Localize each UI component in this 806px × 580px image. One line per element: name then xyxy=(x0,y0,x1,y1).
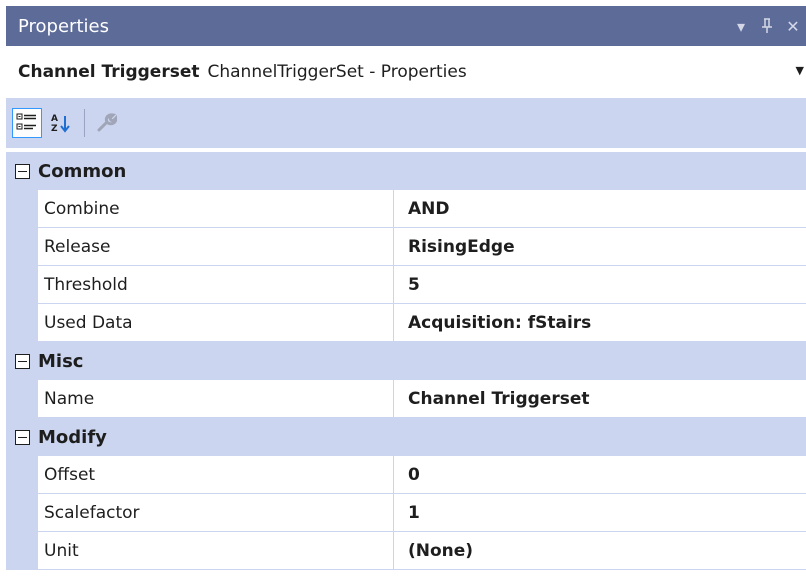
property-value[interactable]: AND xyxy=(393,190,806,228)
property-name: Scalefactor xyxy=(38,494,393,532)
collapse-icon[interactable] xyxy=(6,152,38,190)
chevron-down-icon[interactable]: ▼ xyxy=(796,64,804,77)
property-name: Combine xyxy=(38,190,393,228)
pin-svg xyxy=(762,18,772,33)
svg-text:Z: Z xyxy=(51,124,58,134)
property-row-used-data[interactable]: Used Data Acquisition: fStairs xyxy=(6,304,806,342)
wrench-icon xyxy=(97,113,117,132)
property-row-release[interactable]: Release RisingEdge xyxy=(6,228,806,266)
property-value[interactable]: Acquisition: fStairs xyxy=(393,304,806,342)
categorized-icon xyxy=(16,113,36,130)
property-value[interactable]: RisingEdge xyxy=(393,228,806,266)
property-name: Used Data xyxy=(38,304,393,342)
window-controls: ▾ ✕ xyxy=(728,6,806,46)
property-row-threshold[interactable]: Threshold 5 xyxy=(6,266,806,304)
category-label: Modify xyxy=(38,426,107,448)
window-position-dropdown-icon[interactable]: ▾ xyxy=(728,13,754,39)
category-common[interactable]: Common xyxy=(6,152,806,190)
properties-toolbar: A Z xyxy=(6,98,806,148)
property-value[interactable]: 1 xyxy=(393,494,806,532)
close-icon[interactable]: ✕ xyxy=(780,13,806,39)
property-name: Threshold xyxy=(38,266,393,304)
property-row-combine[interactable]: Combine AND xyxy=(6,190,806,228)
alphabetical-icon: A Z xyxy=(51,114,70,134)
selected-object-name: Channel Triggerset xyxy=(18,62,200,82)
properties-title-bar: Properties ▾ ✕ xyxy=(6,6,806,46)
collapse-icon[interactable] xyxy=(6,418,38,456)
property-name: Offset xyxy=(38,456,393,494)
property-value[interactable]: (None) xyxy=(393,532,806,570)
property-value[interactable]: 0 xyxy=(393,456,806,494)
category-misc[interactable]: Misc xyxy=(6,342,806,380)
category-modify[interactable]: Modify xyxy=(6,418,806,456)
property-row-scalefactor[interactable]: Scalefactor 1 xyxy=(6,494,806,532)
selected-object-type: ChannelTriggerSet - Properties xyxy=(207,62,467,82)
window-title: Properties xyxy=(18,15,109,37)
alphabetical-button[interactable]: A Z xyxy=(46,108,76,138)
property-value[interactable]: 5 xyxy=(393,266,806,304)
property-name: Name xyxy=(38,380,393,418)
collapse-icon[interactable] xyxy=(6,342,38,380)
property-row-unit[interactable]: Unit (None) xyxy=(6,532,806,570)
property-name: Release xyxy=(38,228,393,266)
property-grid: Common Combine AND Release RisingEdge Th… xyxy=(6,152,806,570)
property-row-name[interactable]: Name Channel Triggerset xyxy=(6,380,806,418)
property-pages-button[interactable] xyxy=(91,108,121,138)
property-row-offset[interactable]: Offset 0 xyxy=(6,456,806,494)
toolbar-separator xyxy=(84,109,85,137)
category-label: Common xyxy=(38,160,127,182)
pin-icon[interactable] xyxy=(754,13,780,39)
property-name: Unit xyxy=(38,532,393,570)
svg-text:A: A xyxy=(51,114,58,124)
object-selector-combo[interactable]: Channel Triggerset ChannelTriggerSet - P… xyxy=(6,46,806,98)
property-value[interactable]: Channel Triggerset xyxy=(393,380,806,418)
categorized-button[interactable] xyxy=(12,108,42,138)
category-label: Misc xyxy=(38,350,84,372)
